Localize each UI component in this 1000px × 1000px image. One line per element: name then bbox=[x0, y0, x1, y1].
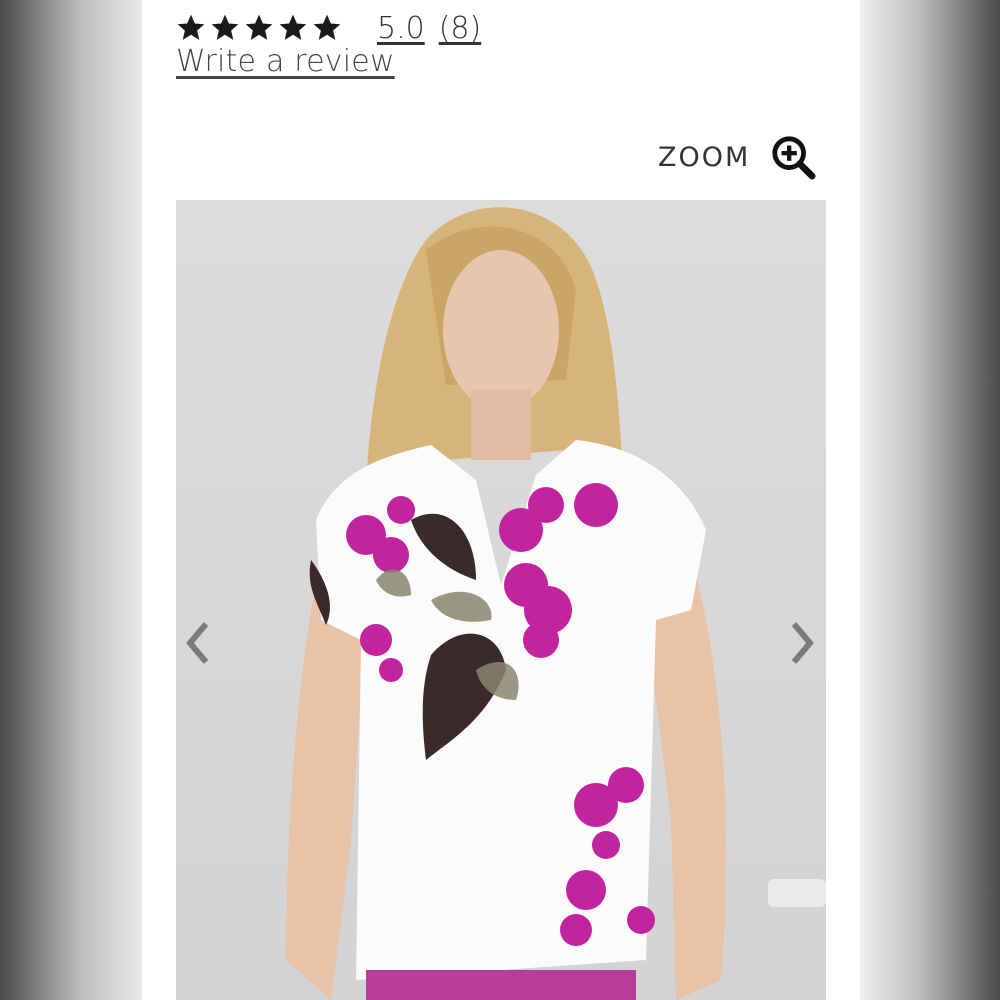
star-icon bbox=[277, 12, 309, 44]
zoom-in-icon bbox=[770, 134, 816, 180]
chevron-right-icon[interactable] bbox=[786, 620, 818, 666]
zoom-button[interactable]: ZOOM bbox=[658, 132, 816, 182]
product-photo bbox=[286, 207, 727, 1000]
rating-row[interactable]: 5.0 (8) bbox=[175, 8, 481, 48]
star-icon bbox=[311, 12, 343, 44]
star-icon bbox=[209, 12, 241, 44]
star-rating bbox=[175, 12, 343, 44]
rating-value[interactable]: 5.0 bbox=[377, 11, 425, 46]
image-overlay-badge bbox=[768, 879, 826, 907]
star-icon bbox=[243, 12, 275, 44]
star-icon bbox=[175, 12, 207, 44]
write-review-link[interactable]: Write a review bbox=[176, 44, 395, 79]
zoom-label: ZOOM bbox=[658, 141, 751, 173]
chevron-left-icon[interactable] bbox=[182, 620, 214, 666]
product-image[interactable] bbox=[176, 200, 826, 1000]
rating-count[interactable]: (8) bbox=[439, 11, 482, 46]
